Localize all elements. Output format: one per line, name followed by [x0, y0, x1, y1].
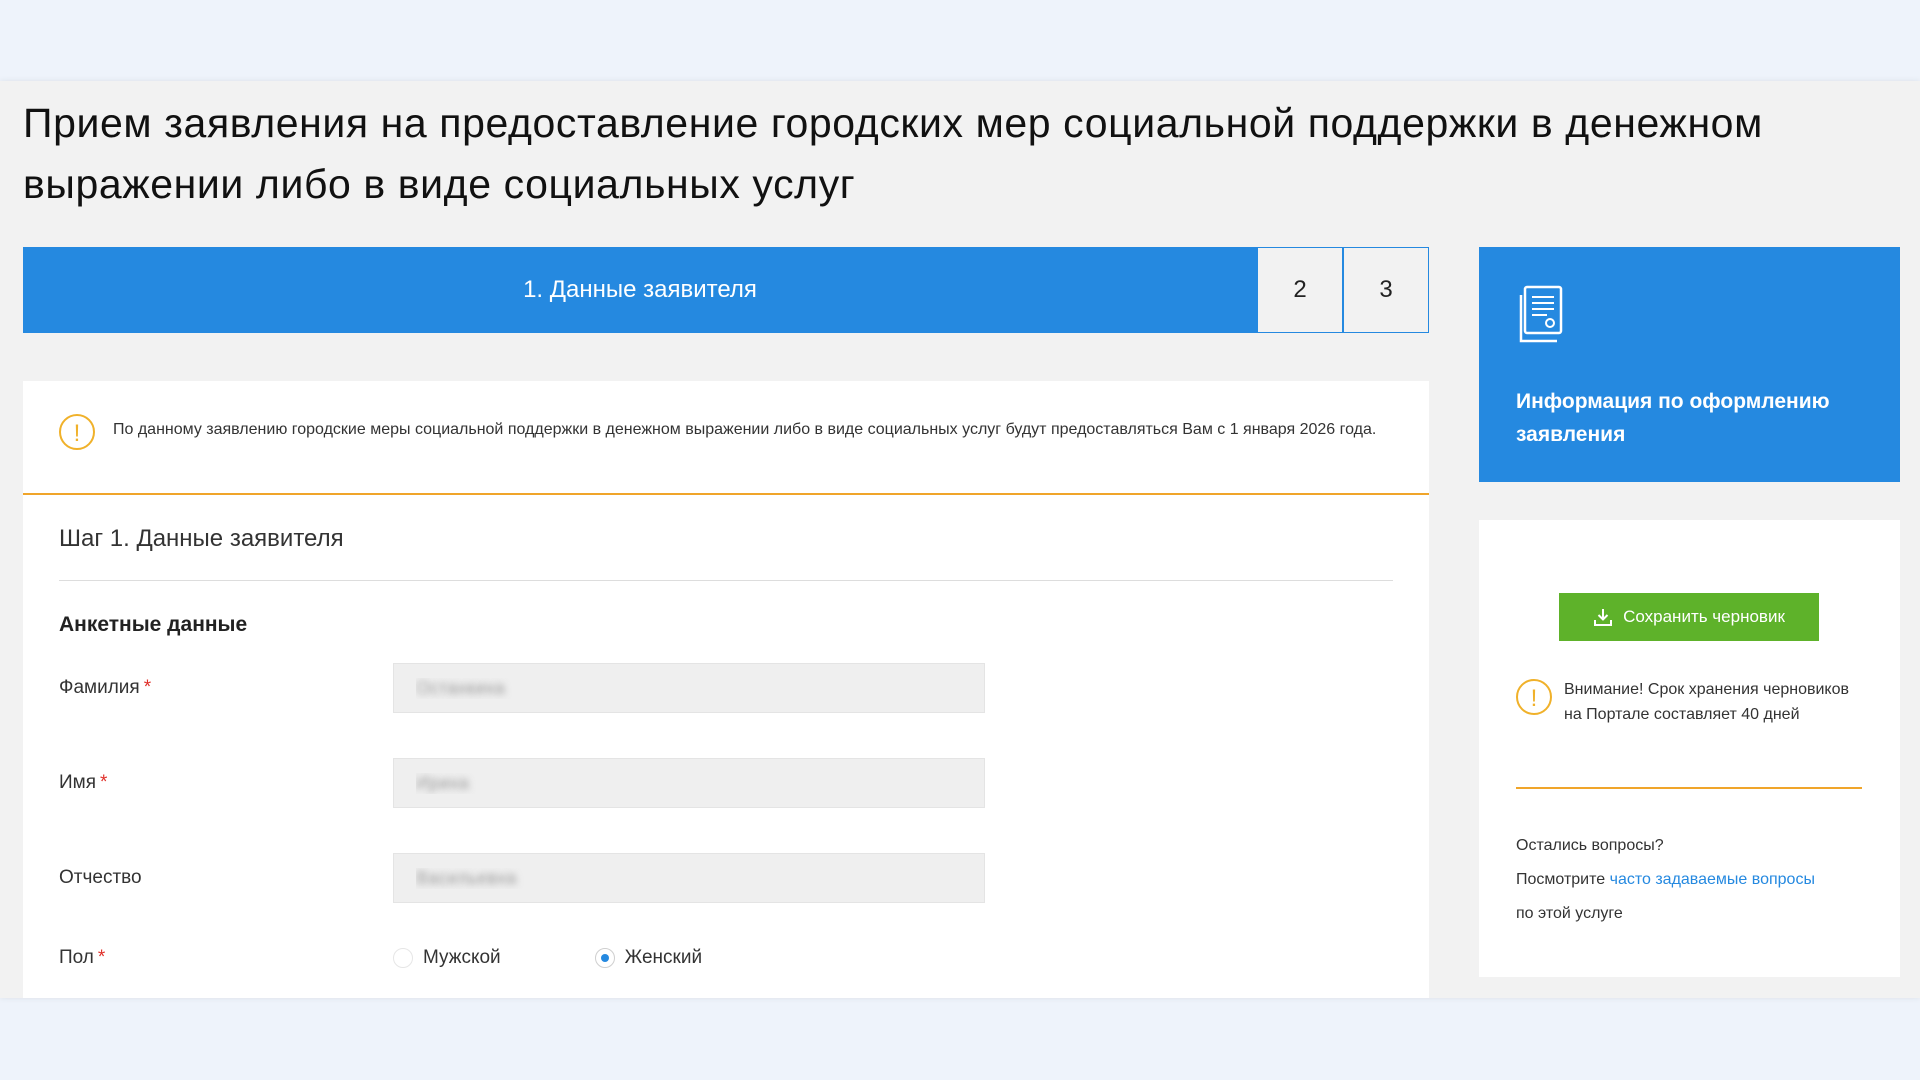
required-mark: *: [143, 677, 152, 698]
page-frame: Прием заявления на предоставление городс…: [0, 81, 1920, 998]
download-icon: [1594, 609, 1613, 626]
warning-icon: !: [59, 414, 95, 450]
gender-option-male[interactable]: Мужской: [393, 947, 501, 969]
required-mark: *: [97, 947, 106, 968]
surname-label: Фамилия *: [59, 677, 152, 698]
gender-label: Пол *: [59, 947, 106, 968]
step-heading: Шаг 1. Данные заявителя: [59, 495, 1393, 581]
stepper: 1. Данные заявителя 2 3: [23, 247, 1429, 333]
radio-male[interactable]: [393, 948, 413, 968]
notice-text: По данному заявлению городские меры соци…: [113, 421, 1377, 438]
patronymic-label: Отчество: [59, 867, 142, 888]
patronymic-row: Отчество: [59, 853, 1429, 903]
faq-service-line: по этой услуге: [1516, 905, 1623, 922]
faq-link[interactable]: часто задаваемые вопросы: [1610, 871, 1815, 888]
notice-banner: ! По данному заявлению городские меры со…: [23, 381, 1429, 495]
step-2-tab[interactable]: 2: [1257, 247, 1343, 333]
section-title: Анкетные данные: [59, 613, 248, 636]
surname-row: Фамилия *: [59, 663, 1429, 713]
radio-female[interactable]: [594, 948, 615, 968]
sidebar-card: Сохранить черновик ! Внимание! Срок хран…: [1479, 520, 1900, 977]
info-title: Информация по оформлению заявления: [1516, 390, 1830, 446]
warning-icon: !: [1516, 679, 1552, 715]
name-row: Имя *: [59, 758, 1429, 808]
draft-warning-text: Внимание! Срок хранения черновиков на По…: [1564, 681, 1849, 723]
gender-option-female[interactable]: Женский: [594, 947, 703, 969]
required-mark: *: [100, 772, 108, 793]
gender-female-label: Женский: [624, 947, 703, 968]
info-card[interactable]: Информация по оформлению заявления: [1479, 247, 1900, 482]
document-icon: [1519, 285, 1563, 343]
form-card: ! По данному заявлению городские меры со…: [23, 381, 1429, 998]
patronymic-input[interactable]: [393, 853, 985, 903]
save-draft-label: Сохранить черновик: [1623, 607, 1785, 626]
gender-radio-group: Мужской Женский: [393, 947, 796, 969]
step-3-tab[interactable]: 3: [1343, 247, 1429, 333]
gender-male-label: Мужской: [423, 947, 501, 968]
name-label: Имя *: [59, 772, 108, 793]
sidebar-divider: [1516, 787, 1862, 789]
surname-input[interactable]: [393, 663, 985, 713]
faq-question: Остались вопросы?: [1516, 837, 1664, 854]
draft-warning: ! Внимание! Срок хранения черновиков на …: [1516, 677, 1862, 727]
name-input[interactable]: [393, 758, 985, 808]
page-title: Прием заявления на предоставление городс…: [23, 100, 1763, 207]
gender-row: Пол * Мужской Женский: [59, 933, 1429, 983]
step-1-tab[interactable]: 1. Данные заявителя: [23, 247, 1257, 333]
faq-line: Посмотрите часто задаваемые вопросы: [1516, 871, 1815, 888]
faq-block: Остались вопросы? Посмотрите часто задав…: [1516, 829, 1876, 931]
save-draft-button[interactable]: Сохранить черновик: [1559, 593, 1819, 641]
